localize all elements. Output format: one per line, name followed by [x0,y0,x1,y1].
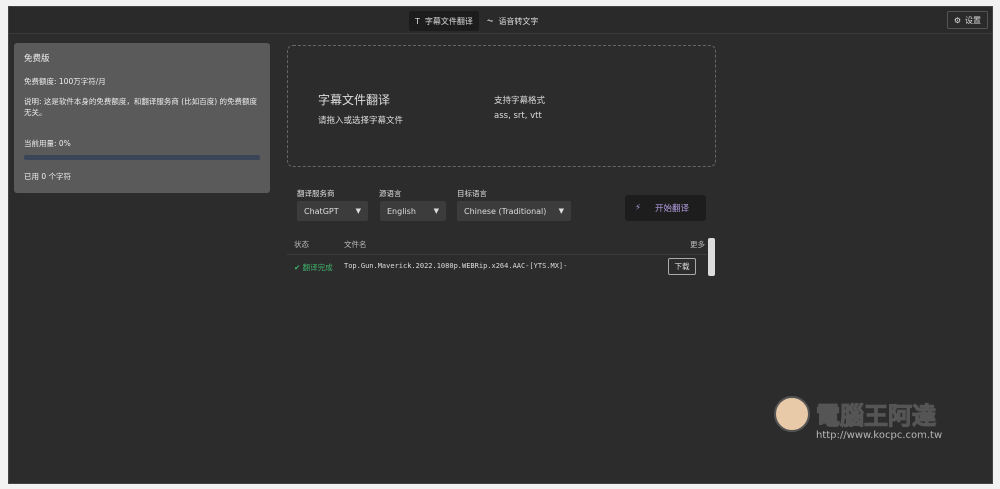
target-value: Chinese (Traditional) [464,206,547,216]
service-value: ChatGPT [304,206,339,216]
caret-down-icon: ▼ [355,207,361,215]
top-bar: T 字幕文件翻译 ⏦ 语音转文字 ⚙ 设置 [9,7,992,34]
watermark-logo: 電腦王阿達 http://www.kocpc.com.tw [774,392,994,452]
gear-icon: ⚙ [953,15,961,25]
formats-title: 支持字幕格式 [494,96,546,106]
file-name: Top.Gun.Maverick.2022.1080p.WEBRip.x264.… [344,262,568,270]
dropzone-hint: 请拖入或选择字幕文件 [318,116,404,126]
text-icon: T [415,16,420,26]
plan-note: 说明: 这是软件本身的免费额度，和翻译服务商 (比如百度) 的免费额度无关。 [24,97,258,118]
tab-speech-to-text[interactable]: ⏦ 语音转文字 [481,11,545,31]
source-value: English [387,206,416,216]
tab-label: 字幕文件翻译 [424,16,473,26]
lightning-icon: ⚡ [635,203,641,213]
used-characters: 已用 0 个字符 [24,171,72,181]
formats-list: ass, srt, vtt [494,111,542,121]
app-window: T 字幕文件翻译 ⏦ 语音转文字 ⚙ 设置 免费版 免费额度: 100万字符/月 说明… [8,6,993,484]
settings-label: 设置 [965,15,981,25]
header-more: 更多 [690,240,705,249]
start-label: 开始翻译 [654,204,689,214]
header-status: 状态 [294,240,309,249]
start-translate-button[interactable]: ⚡ 开始翻译 [625,195,706,221]
source-language-select[interactable]: English ▼ [380,201,446,221]
watermark-name: 電腦王阿達 [816,402,937,431]
waveform-icon: ⏦ [486,16,494,25]
file-drop-zone[interactable]: 字幕文件翻译 请拖入或选择字幕文件 支持字幕格式 ass, srt, vtt [287,45,716,167]
target-language-select[interactable]: Chinese (Traditional) ▼ [457,201,571,221]
tab-subtitle-translate[interactable]: T 字幕文件翻译 [409,11,479,31]
service-select[interactable]: ChatGPT ▼ [297,201,368,221]
settings-button[interactable]: ⚙ 设置 [946,11,988,29]
target-language-label: 目标语言 [457,189,487,198]
plan-title: 免费版 [24,54,50,64]
tab-label: 语音转文字 [498,16,539,26]
caret-down-icon: ▼ [433,207,439,215]
table-row: ✔ 翻译完成 Top.Gun.Maverick.2022.1080p.WEBRi… [287,257,707,277]
check-icon: ✔ [294,263,303,272]
plan-quota: 免费额度: 100万字符/月 [24,77,106,87]
watermark-url: http://www.kocpc.com.tw [816,430,943,441]
status-text: 翻译完成 [302,263,333,272]
usage-progress-bar [24,154,260,160]
service-label: 翻译服务商 [297,189,335,198]
scrollbar[interactable] [708,238,715,276]
mascot-icon [774,396,810,432]
header-filename: 文件名 [344,240,367,249]
dropzone-title: 字幕文件翻译 [318,93,391,107]
source-language-label: 源语言 [379,189,402,198]
status-badge: ✔ 翻译完成 [294,262,333,273]
download-button[interactable]: 下载 [668,258,696,275]
table-header: 状态 文件名 更多 [287,237,707,255]
usage-label: 当前用量: 0% [24,138,71,148]
plan-panel: 免费版 免费额度: 100万字符/月 说明: 这是软件本身的免费额度，和翻译服务… [14,43,270,193]
caret-down-icon: ▼ [558,207,564,215]
